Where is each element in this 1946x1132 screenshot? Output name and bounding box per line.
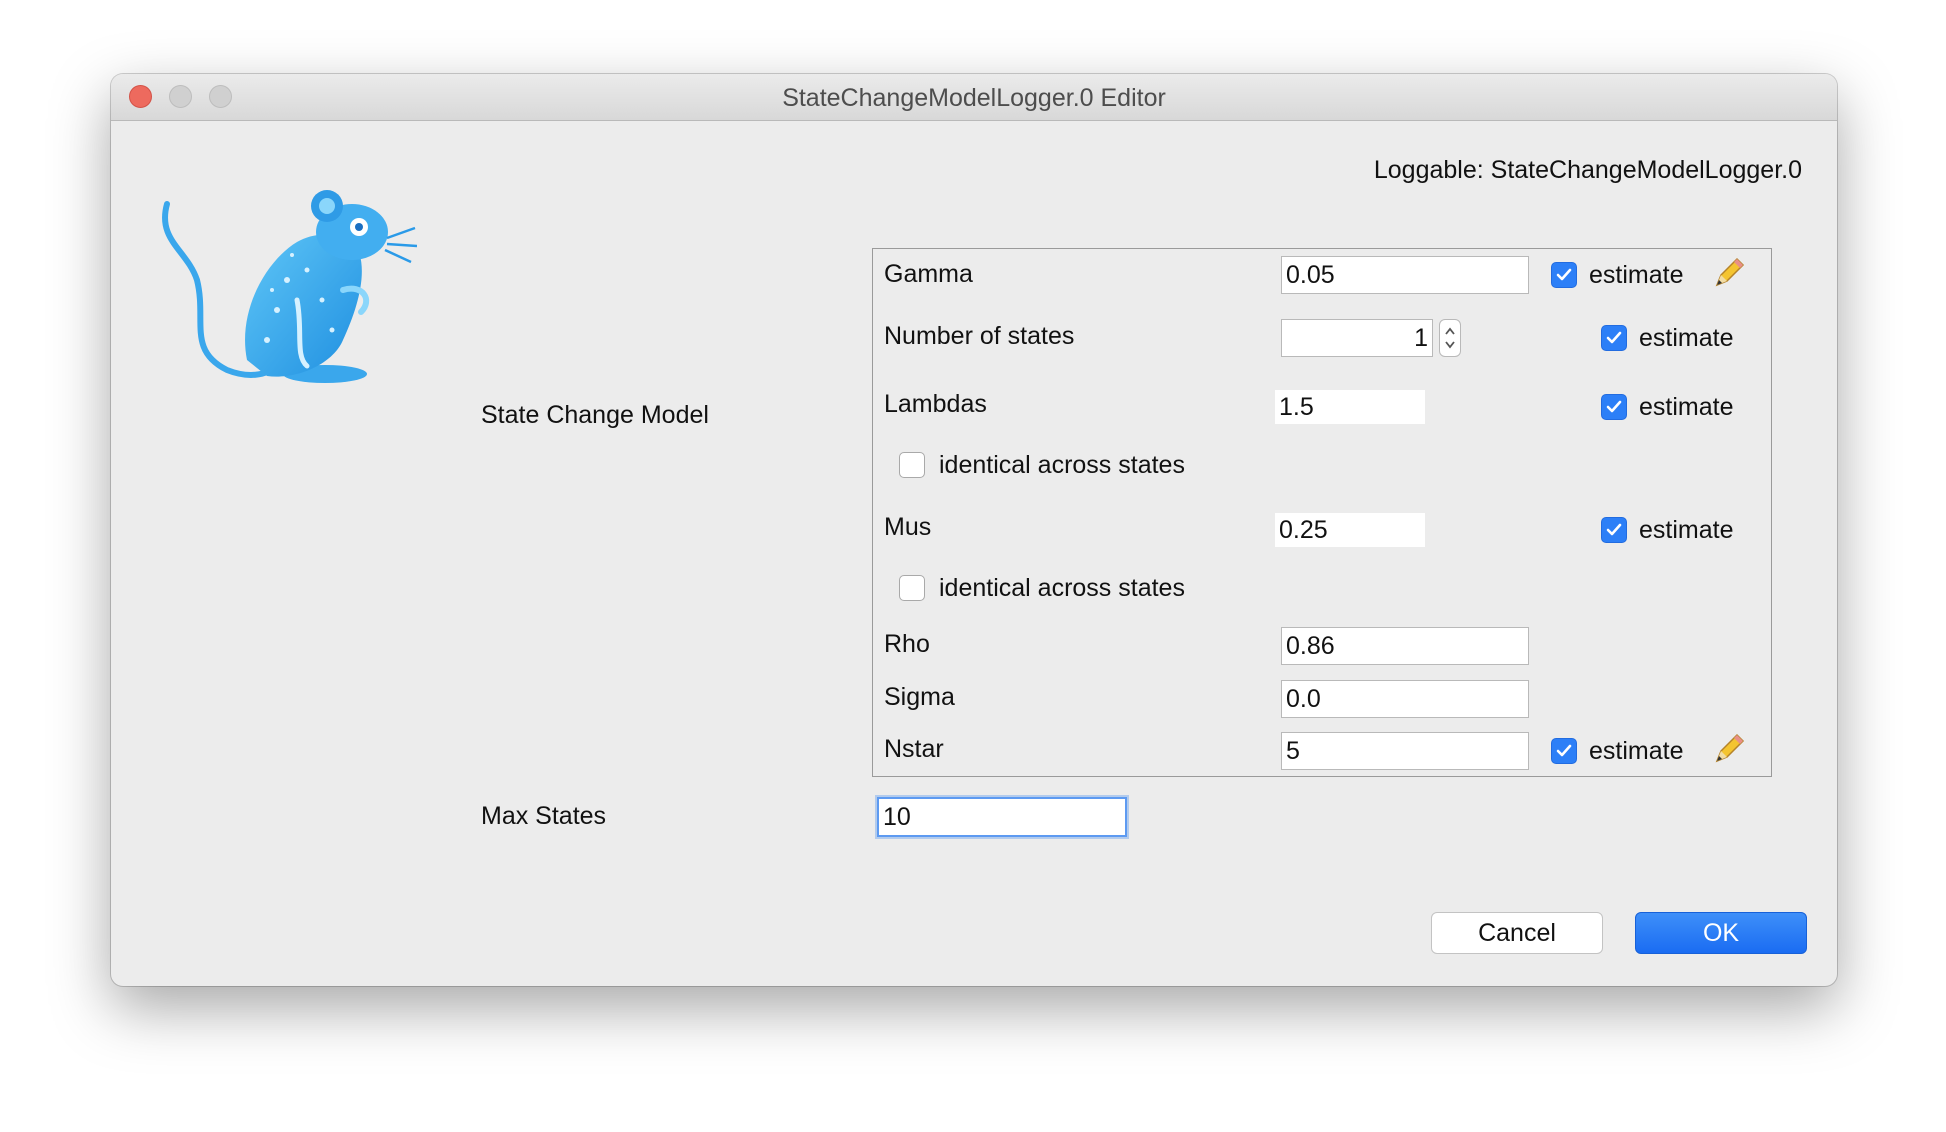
mus-identical-checkbox[interactable] (899, 575, 925, 601)
lambdas-estimate-label: estimate (1639, 393, 1734, 421)
cancel-button[interactable]: Cancel (1431, 912, 1603, 954)
mus-identical-label: identical across states (939, 574, 1185, 602)
nstar-label: Nstar (884, 735, 944, 763)
up-down-arrows-icon[interactable] (1439, 319, 1461, 357)
pencil-icon[interactable] (1711, 733, 1745, 767)
nstar-estimate-checkbox[interactable] (1551, 738, 1577, 764)
rho-label: Rho (884, 630, 930, 658)
nstar-field[interactable] (1281, 732, 1529, 770)
gamma-estimate-checkbox[interactable] (1551, 262, 1577, 288)
lambdas-label: Lambdas (884, 390, 987, 418)
mus-field[interactable] (1275, 513, 1425, 547)
number-of-states-estimate-label: estimate (1639, 324, 1734, 352)
gamma-label: Gamma (884, 260, 973, 288)
number-of-states-field[interactable] (1281, 319, 1433, 357)
pencil-icon[interactable] (1711, 257, 1745, 291)
sigma-field[interactable] (1281, 680, 1529, 718)
rho-field[interactable] (1281, 627, 1529, 665)
number-of-states-label: Number of states (884, 322, 1075, 350)
title-bar: StateChangeModelLogger.0 Editor (111, 74, 1837, 121)
sigma-label: Sigma (884, 683, 955, 711)
gamma-estimate-label: estimate (1589, 261, 1684, 289)
ok-button[interactable]: OK (1635, 912, 1807, 954)
loggable-label: Loggable: StateChangeModelLogger.0 (1373, 156, 1802, 184)
parameter-panel: Gamma estimate Number of states estimate… (872, 248, 1772, 777)
lambdas-estimate-checkbox[interactable] (1601, 394, 1627, 420)
gamma-field[interactable] (1281, 256, 1529, 294)
mus-estimate-checkbox[interactable] (1601, 517, 1627, 543)
lambdas-field[interactable] (1275, 390, 1425, 424)
number-of-states-estimate-checkbox[interactable] (1601, 325, 1627, 351)
lambdas-identical-checkbox[interactable] (899, 452, 925, 478)
mus-label: Mus (884, 513, 932, 541)
max-states-field[interactable] (877, 797, 1127, 837)
max-states-label: Max States (481, 802, 607, 830)
lambdas-identical-label: identical across states (939, 451, 1185, 479)
editor-dialog: StateChangeModelLogger.0 Editor Loggable… (111, 74, 1837, 986)
mus-estimate-label: estimate (1639, 516, 1734, 544)
state-change-model-label: State Change Model (481, 401, 709, 429)
nstar-estimate-label: estimate (1589, 737, 1684, 765)
window-title: StateChangeModelLogger.0 Editor (782, 84, 1166, 112)
beast-mouse-logo (162, 190, 417, 383)
